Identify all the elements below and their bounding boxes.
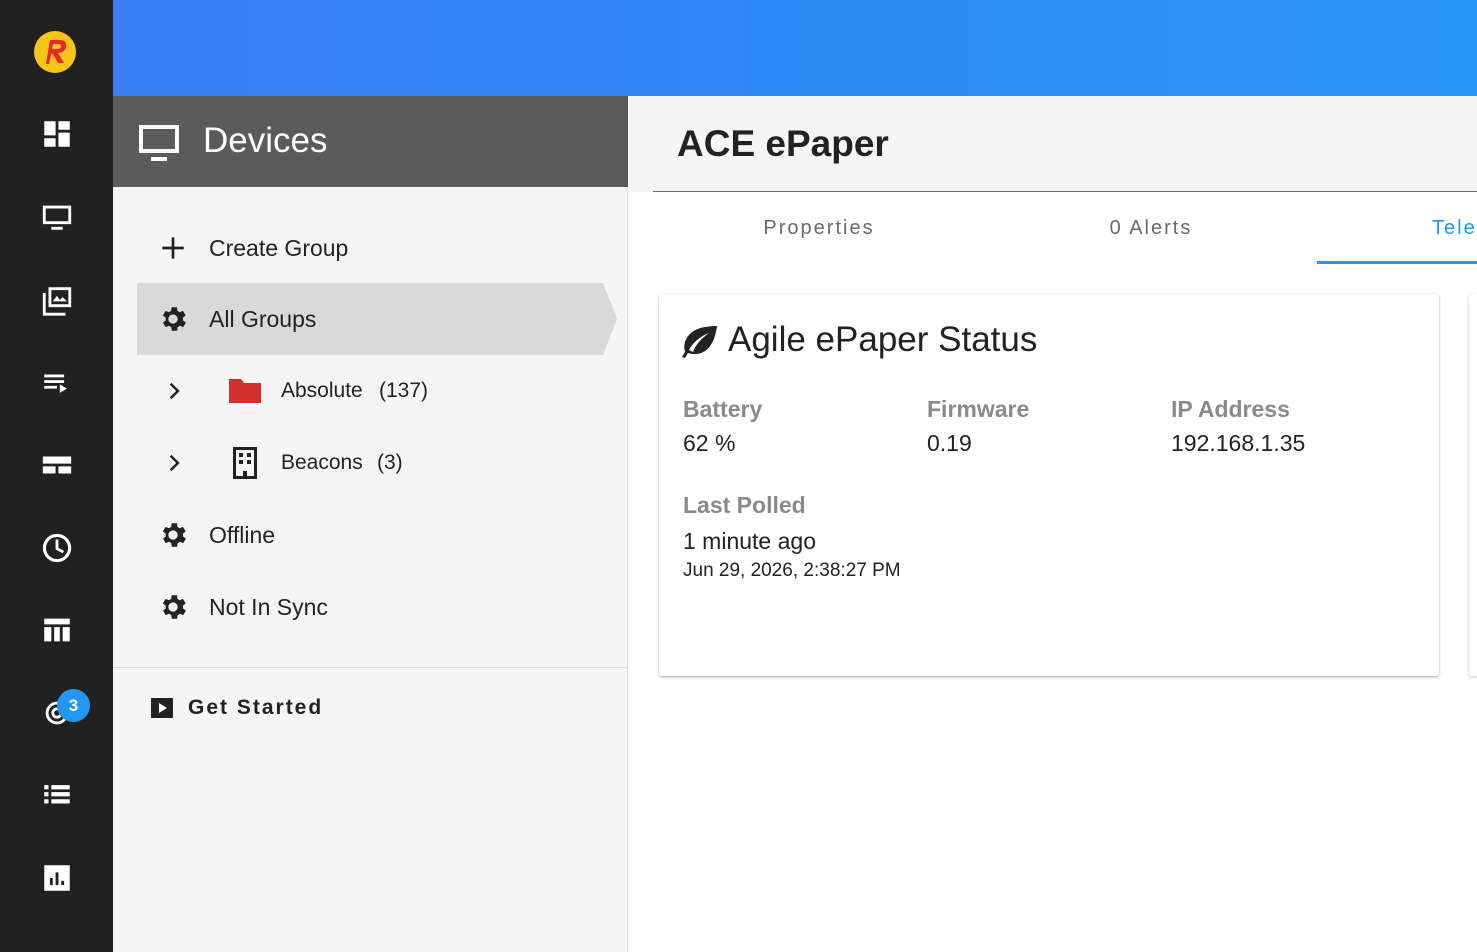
rail-dashboard-icon[interactable] bbox=[0, 104, 113, 164]
status-card-title: Agile ePaper Status bbox=[728, 320, 1038, 359]
group-item-absolute[interactable]: Absolute (137) bbox=[137, 355, 603, 427]
devices-title: Devices bbox=[203, 121, 328, 160]
rail-layout-icon[interactable] bbox=[0, 435, 113, 495]
all-groups-label: All Groups bbox=[209, 306, 317, 332]
battery-label: Battery bbox=[683, 396, 763, 422]
next-card-edge bbox=[1469, 294, 1477, 676]
group-count: (137) bbox=[379, 379, 429, 402]
last-polled-timestamp: Jun 29, 2026, 2:38:27 PM bbox=[683, 560, 901, 581]
rail-schedule-icon[interactable] bbox=[0, 518, 113, 578]
last-polled-label: Last Polled bbox=[683, 492, 806, 518]
offline-label: Offline bbox=[209, 522, 276, 548]
device-title: ACE ePaper bbox=[677, 123, 889, 164]
rail-table-icon[interactable] bbox=[0, 600, 113, 660]
group-label: Absolute bbox=[281, 379, 363, 402]
rail-playlist-icon[interactable] bbox=[0, 353, 113, 413]
gear-icon bbox=[162, 523, 186, 547]
firmware-label: Firmware bbox=[927, 396, 1030, 422]
rail-list-icon[interactable] bbox=[0, 765, 113, 825]
folder-icon bbox=[229, 379, 261, 403]
tab-properties[interactable]: Properties bbox=[653, 192, 985, 264]
alerts-count-badge: 3 bbox=[57, 689, 90, 722]
left-rail: 3 bbox=[0, 0, 113, 952]
battery-value: 62 % bbox=[683, 430, 736, 456]
gear-icon bbox=[162, 595, 186, 619]
last-polled-relative: 1 minute ago bbox=[683, 528, 816, 554]
firmware-value: 0.19 bbox=[927, 430, 972, 456]
divider bbox=[113, 667, 628, 668]
device-tabs: Properties 0 Alerts Telemetry bbox=[653, 192, 1477, 264]
ip-address-value: 192.168.1.35 bbox=[1171, 430, 1306, 456]
group-label: Beacons bbox=[281, 451, 363, 474]
chevron-right-icon[interactable] bbox=[161, 377, 189, 405]
ip-address-label: IP Address bbox=[1171, 396, 1290, 422]
get-started-button[interactable]: Get Started bbox=[149, 686, 449, 730]
not-in-sync-item[interactable]: Not In Sync bbox=[137, 571, 603, 643]
chevron-right-icon[interactable] bbox=[161, 449, 189, 477]
leaf-icon bbox=[682, 326, 717, 358]
group-count: (3) bbox=[377, 451, 403, 474]
device-header: ACE ePaper bbox=[629, 96, 1477, 192]
devices-header: Devices bbox=[113, 96, 628, 187]
group-item-beacons[interactable]: Beacons (3) bbox=[137, 427, 603, 499]
create-group-label: Create Group bbox=[209, 235, 349, 261]
plus-icon bbox=[162, 237, 184, 259]
tab-alerts[interactable]: 0 Alerts bbox=[985, 192, 1317, 264]
get-started-label: Get Started bbox=[188, 696, 324, 719]
top-bar bbox=[113, 0, 1477, 96]
rail-alerts-icon[interactable]: 3 bbox=[0, 683, 113, 743]
building-icon bbox=[233, 447, 257, 479]
rail-devices-icon[interactable] bbox=[0, 187, 113, 247]
app-logo-icon[interactable] bbox=[33, 30, 77, 74]
offline-item[interactable]: Offline bbox=[137, 499, 603, 571]
rail-media-icon[interactable] bbox=[0, 270, 113, 330]
all-groups-item[interactable]: All Groups bbox=[137, 283, 617, 355]
devices-panel: Devices Create Group All Groups Absolute… bbox=[113, 96, 628, 952]
play-icon bbox=[151, 698, 173, 718]
create-group-button[interactable]: Create Group bbox=[137, 212, 603, 284]
rail-reports-icon[interactable] bbox=[0, 848, 113, 908]
gear-icon bbox=[162, 307, 186, 331]
main-content: ACE ePaper Properties 0 Alerts Telemetry… bbox=[629, 96, 1477, 952]
monitor-icon bbox=[139, 125, 179, 161]
not-in-sync-label: Not In Sync bbox=[209, 594, 328, 620]
tab-telemetry[interactable]: Telemetry bbox=[1317, 192, 1477, 264]
status-card: Agile ePaper Status Battery 62 % Firmwar… bbox=[659, 294, 1439, 676]
